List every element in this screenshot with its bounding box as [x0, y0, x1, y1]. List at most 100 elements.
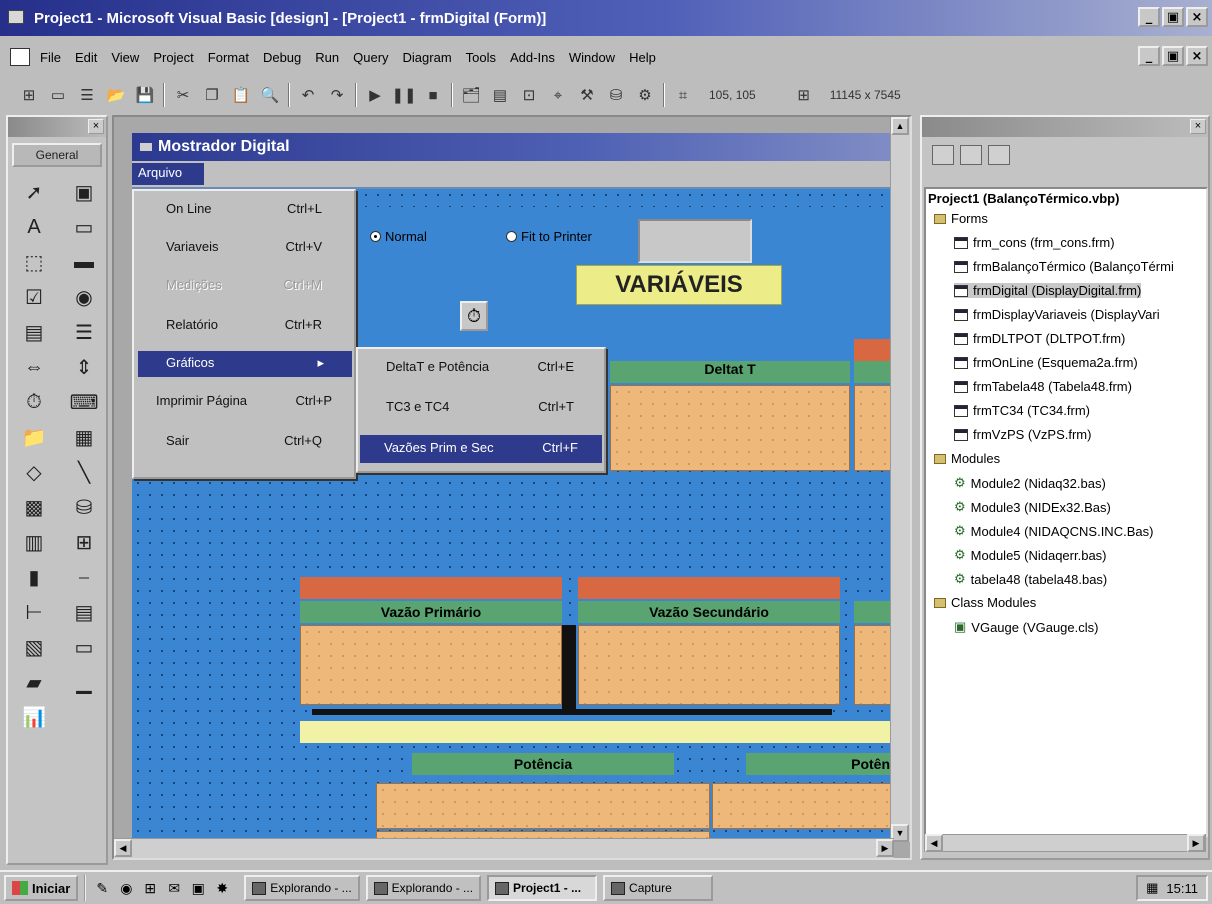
grid-icon[interactable]: ⊞	[62, 527, 106, 558]
line-icon[interactable]: ╲	[62, 457, 106, 488]
label-icon[interactable]: A	[12, 212, 56, 243]
designer-vertical-scrollbar[interactable]: ▲ ▼	[890, 117, 910, 842]
menu-item-variaveis[interactable]: Variaveis Ctrl+V	[138, 237, 350, 261]
radio-normal[interactable]: Normal	[370, 229, 427, 244]
menu-project[interactable]: Project	[153, 50, 193, 65]
mdi-close-button[interactable]: ×	[1186, 46, 1208, 66]
menu-diagram[interactable]: Diagram	[403, 50, 452, 65]
menu-query[interactable]: Query	[353, 50, 388, 65]
redo-icon[interactable]: ↷	[326, 84, 348, 106]
form-layout-icon[interactable]: ⊡	[518, 84, 540, 106]
frame-icon[interactable]: ⬚	[12, 247, 56, 278]
start-button[interactable]: Iniciar	[4, 875, 79, 901]
toolbox-general-tab[interactable]: General	[12, 143, 102, 167]
scroll-up-icon[interactable]: ▲	[891, 117, 909, 135]
imagelist-icon[interactable]: ▧	[12, 632, 56, 663]
tree-module-item[interactable]: ⚙ Module5 (Nidaqerr.bas)	[954, 547, 1107, 563]
optionbutton-icon[interactable]: ◉	[62, 282, 106, 313]
quick-launch-icon[interactable]: ✎	[92, 878, 112, 898]
submenu-item-tc3-tc4[interactable]: TC3 e TC4 Ctrl+T	[362, 397, 598, 421]
document-icon[interactable]	[10, 48, 30, 66]
tree-class-item[interactable]: ▣ VGauge (VGauge.cls)	[954, 619, 1098, 635]
tree-modules-folder[interactable]: Modules	[934, 451, 1000, 466]
menu-item-graficos[interactable]: Gráficos ▸	[138, 351, 352, 377]
tree-module-item[interactable]: ⚙ Module3 (NIDEx32.Bas)	[954, 499, 1111, 515]
commandbutton-icon[interactable]: ▬	[62, 247, 106, 278]
task-capture[interactable]: Capture	[603, 875, 714, 901]
menu-window[interactable]: Window	[569, 50, 615, 65]
project-explorer-icon[interactable]: 🗂	[460, 84, 482, 106]
menu-item-online[interactable]: On Line Ctrl+L	[138, 199, 350, 223]
tree-module-item[interactable]: ⚙ Module4 (NIDAQCNS.INC.Bas)	[954, 523, 1153, 539]
object-browser-icon[interactable]: ⌖	[547, 84, 569, 106]
combobox-icon[interactable]: ▤	[12, 317, 56, 348]
data-icon[interactable]: ⛁	[62, 492, 106, 523]
end-icon[interactable]: ■	[422, 84, 444, 106]
dirlistbox-icon[interactable]: 📁	[12, 422, 56, 453]
save-project-icon[interactable]: 💾	[134, 84, 156, 106]
copy-icon[interactable]: ❐	[201, 84, 223, 106]
task-explorando-2[interactable]: Explorando - ...	[365, 875, 482, 901]
toolbox-close-icon[interactable]: ×	[88, 119, 104, 134]
menu-item-imprimir[interactable]: Imprimir Página Ctrl+P	[138, 391, 350, 415]
start-icon[interactable]: ▶	[364, 84, 386, 106]
menu-help[interactable]: Help	[629, 50, 656, 65]
menu-item-relatorio[interactable]: Relatório Ctrl+R	[138, 315, 350, 339]
menu-run[interactable]: Run	[315, 50, 339, 65]
component-manager-icon[interactable]: ⚙	[634, 84, 656, 106]
tree-form-item[interactable]: frm_cons (frm_cons.frm)	[954, 235, 1115, 250]
shape-icon[interactable]: ◇	[12, 457, 56, 488]
quick-launch-icon[interactable]: ▣	[188, 878, 208, 898]
drivelistbox-icon[interactable]: ⌨	[62, 387, 106, 418]
cut-icon[interactable]: ✂	[172, 84, 194, 106]
project-explorer-close-icon[interactable]: ×	[1190, 119, 1206, 134]
picturebox-icon[interactable]: ▣	[62, 177, 106, 208]
submenu-item-deltat[interactable]: DeltaT e Potência Ctrl+E	[362, 357, 598, 381]
task-project1[interactable]: Project1 - ...	[487, 875, 598, 901]
statusbar-icon[interactable]: ▁	[62, 667, 106, 698]
slider-icon[interactable]: ⎯	[62, 562, 106, 593]
data-view-icon[interactable]: ⛁	[605, 84, 627, 106]
project-explorer-scrollbar[interactable]: ◀ ▶	[924, 834, 1206, 852]
vscrollbar-icon[interactable]: ⇕	[62, 352, 106, 383]
tree-module-item[interactable]: ⚙ tabela48 (tabela48.bas)	[954, 571, 1107, 587]
task-explorando-1[interactable]: Explorando - ...	[244, 875, 360, 901]
tray-icon[interactable]: ▦	[1146, 880, 1158, 896]
scroll-right-icon[interactable]: ▶	[1187, 834, 1205, 852]
timer-icon[interactable]: ⏱	[12, 387, 56, 418]
menu-addins[interactable]: Add-Ins	[510, 50, 555, 65]
toolbox-icon[interactable]: ⚒	[576, 84, 598, 106]
menu-format[interactable]: Format	[208, 50, 249, 65]
menu-edit[interactable]: Edit	[75, 50, 97, 65]
submenu-item-vazoes[interactable]: Vazões Prim e Sec Ctrl+F	[360, 435, 602, 463]
menu-debug[interactable]: Debug	[263, 50, 301, 65]
add-form-icon[interactable]: ▭	[47, 84, 69, 106]
tree-form-item[interactable]: frmVzPS (VzPS.frm)	[954, 427, 1091, 442]
toggle-folders-icon[interactable]	[988, 145, 1010, 165]
vb-app-icon[interactable]	[8, 10, 24, 24]
radio-fit-to-printer[interactable]: Fit to Printer	[506, 229, 592, 244]
tree-forms-folder[interactable]: Forms	[934, 211, 988, 226]
mdi-restore-button[interactable]: ▣	[1162, 46, 1184, 66]
menu-file[interactable]: File	[40, 50, 61, 65]
scroll-right-icon[interactable]: ▶	[876, 839, 894, 857]
filelistbox-icon[interactable]: ▦	[62, 422, 106, 453]
quick-launch-icon[interactable]: ◉	[116, 878, 136, 898]
listview-icon[interactable]: ▤	[62, 597, 106, 628]
tree-form-item-selected[interactable]: frmDigital (DisplayDigital.frm)	[954, 283, 1142, 298]
add-project-icon[interactable]: ⊞	[18, 84, 40, 106]
menu-view[interactable]: View	[111, 50, 139, 65]
progressbar-icon[interactable]: ▰	[12, 667, 56, 698]
tabstrip-icon[interactable]: ▭	[62, 632, 106, 663]
checkbox-icon[interactable]: ☑	[12, 282, 56, 313]
quick-launch-icon[interactable]: ⊞	[140, 878, 160, 898]
tree-form-item[interactable]: frmOnLine (Esquema2a.frm)	[954, 355, 1138, 370]
menu-arquivo[interactable]: Arquivo	[132, 163, 204, 185]
tree-project-root[interactable]: Project1 (BalançoTérmico.vbp)	[928, 191, 1119, 206]
scroll-left-icon[interactable]: ◀	[114, 839, 132, 857]
break-icon[interactable]: ❚❚	[391, 84, 416, 106]
tree-form-item[interactable]: frmBalançoTérmico (BalançoTérmi	[954, 259, 1174, 274]
scroll-left-icon[interactable]: ◀	[925, 834, 943, 852]
find-icon[interactable]: 🔍	[259, 84, 281, 106]
mdi-minimize-button[interactable]: _	[1138, 46, 1160, 66]
